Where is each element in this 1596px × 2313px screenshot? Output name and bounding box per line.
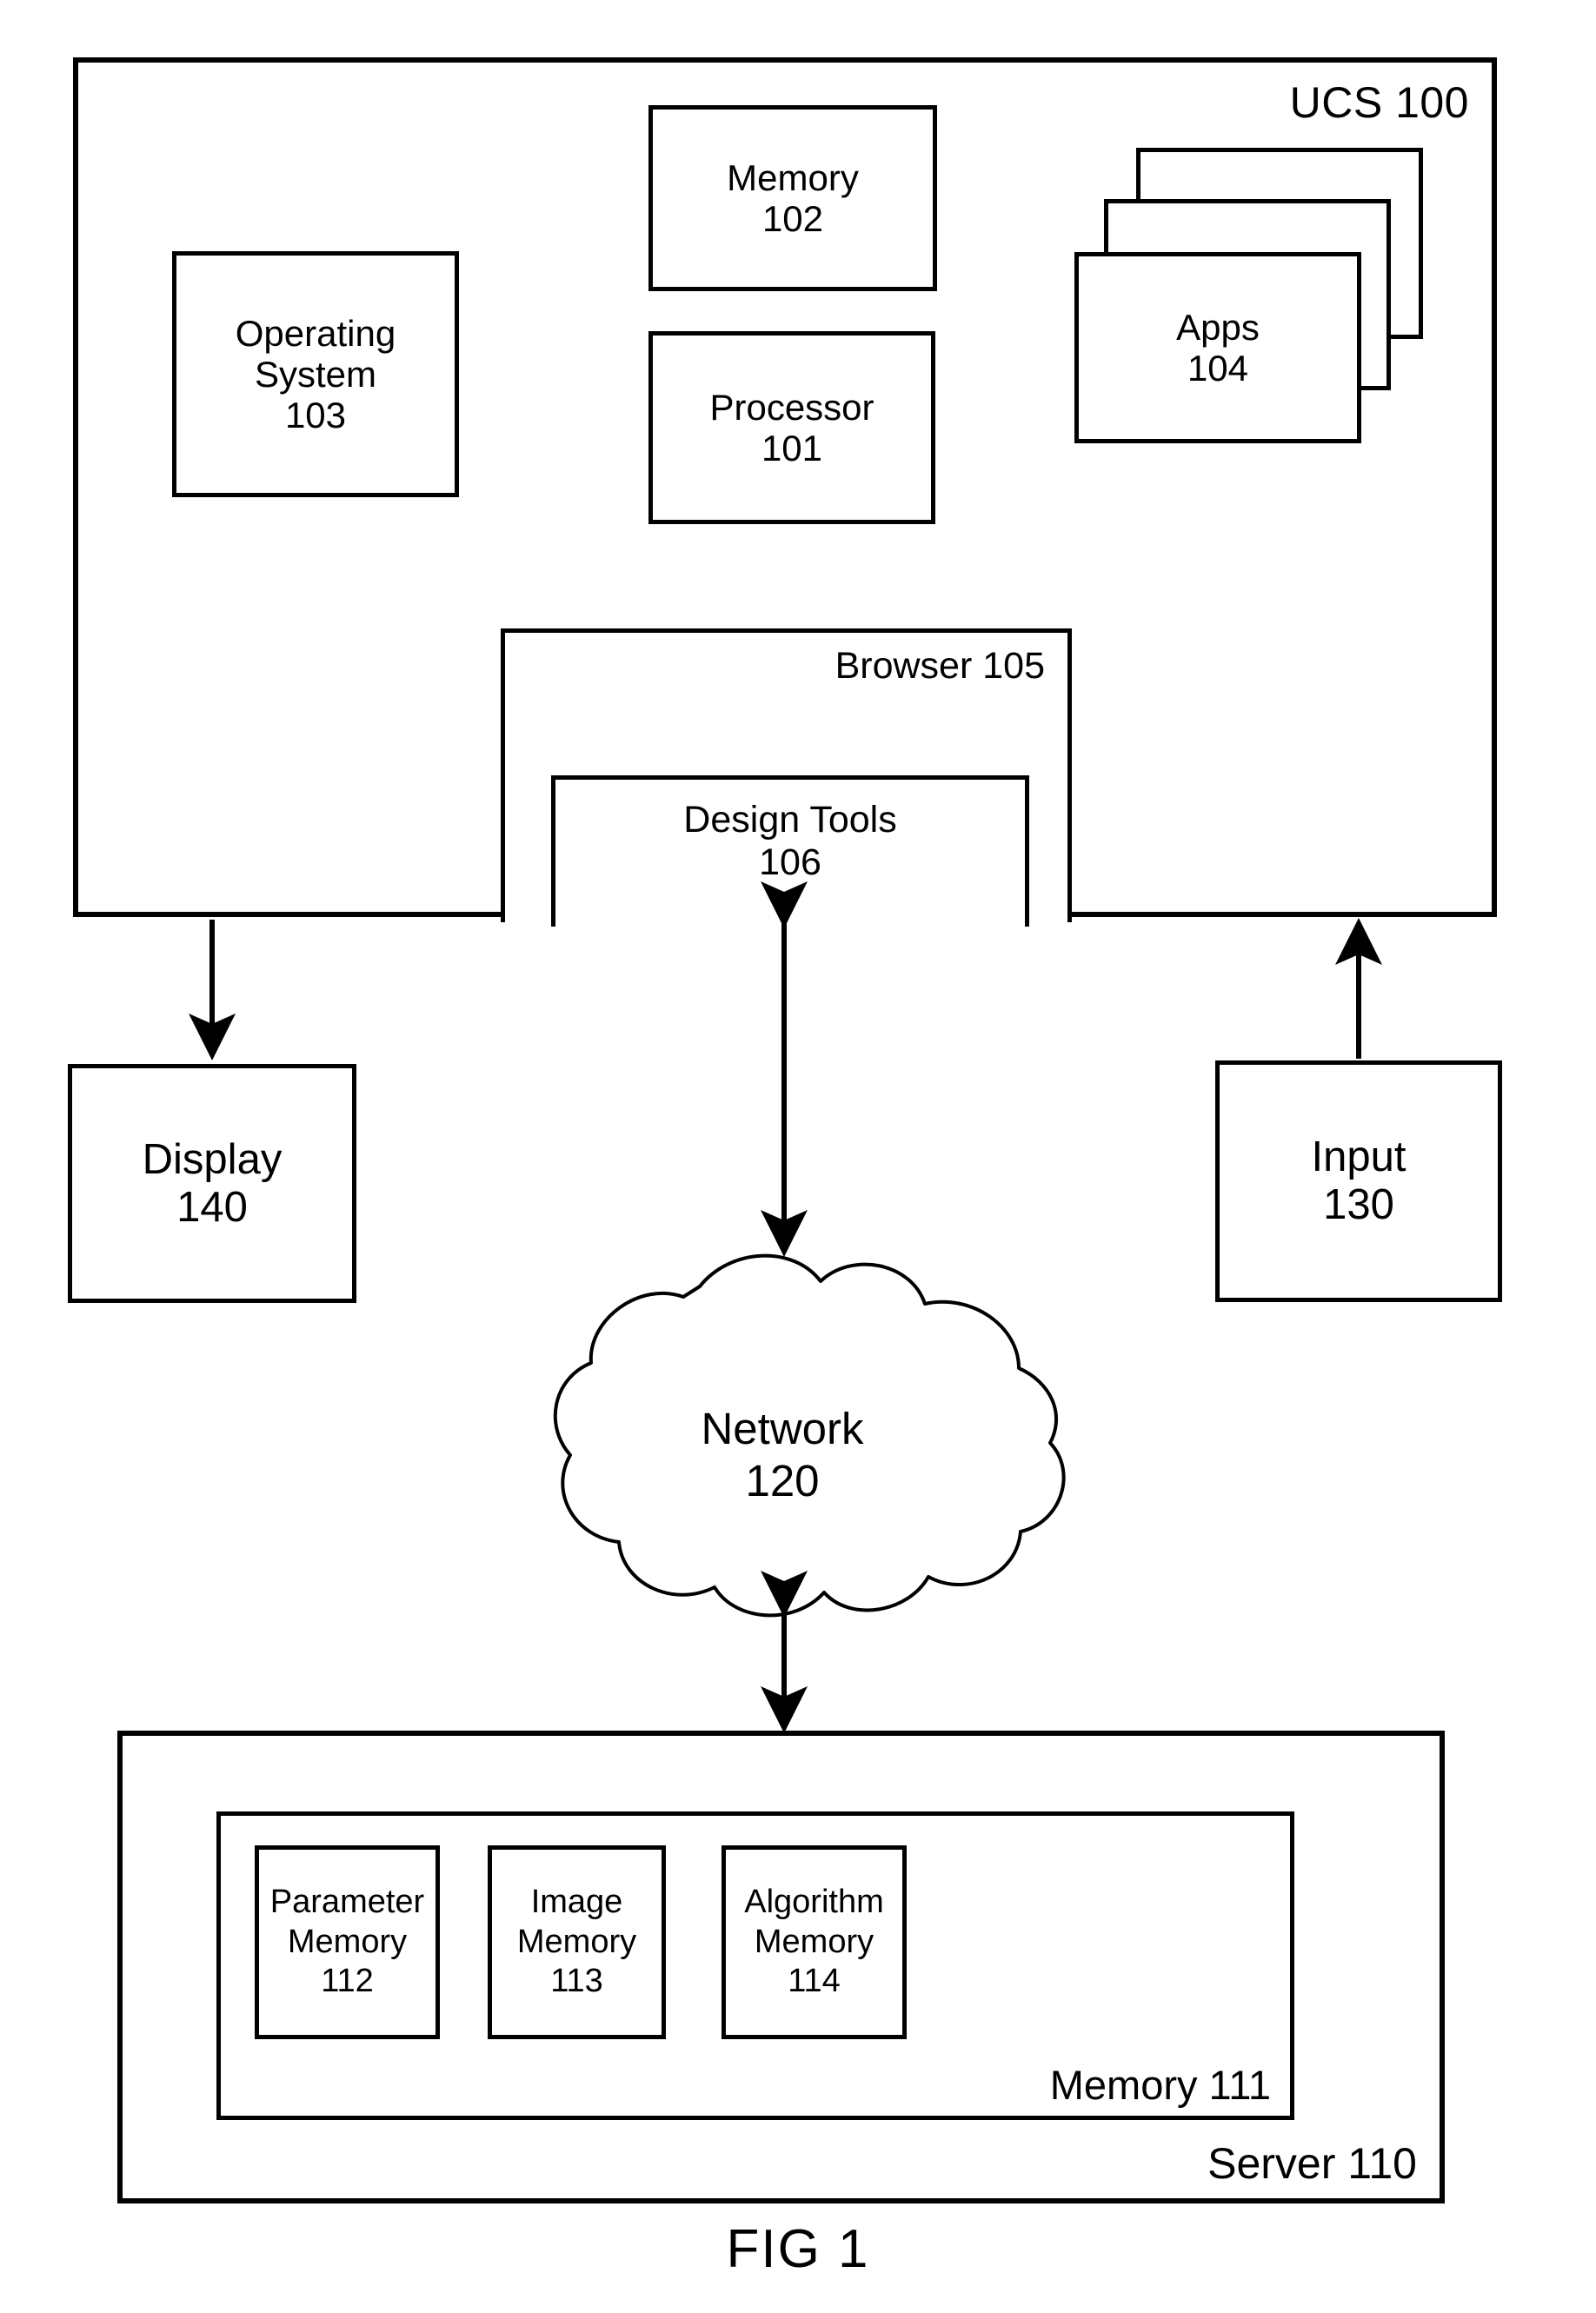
algorithm-memory-114-box: Algorithm Memory 114 bbox=[722, 1845, 907, 2039]
processor-101-box: Processor 101 bbox=[648, 331, 935, 524]
apps-104-name: Apps bbox=[1176, 306, 1260, 348]
operating-system-name-line2: System bbox=[254, 353, 377, 395]
image-memory-113-name-line2: Memory bbox=[516, 1923, 637, 1960]
image-memory-113-name-line1: Image bbox=[530, 1884, 623, 1921]
memory-102-box: Memory 102 bbox=[648, 105, 937, 291]
figure-caption: FIG 1 bbox=[726, 2219, 870, 2279]
input-130-name: Input bbox=[1311, 1133, 1406, 1181]
browser-105-box: Browser 105 Design Tools 106 bbox=[501, 628, 1072, 927]
algorithm-memory-114-ref: 114 bbox=[788, 1963, 841, 2000]
operating-system-box: Operating System 103 bbox=[172, 251, 459, 497]
design-tools-106-box: Design Tools 106 bbox=[551, 775, 1029, 927]
algorithm-memory-114-name-line1: Algorithm bbox=[744, 1884, 884, 1921]
input-130-box: Input 130 bbox=[1215, 1060, 1502, 1302]
server-memory-111-box: Memory 111 Parameter Memory 112 Image Me… bbox=[216, 1811, 1294, 2120]
operating-system-name-line1: Operating bbox=[235, 312, 396, 354]
cloud-icon bbox=[553, 1253, 1066, 1618]
server-memory-111-title-label: Memory 111 bbox=[1049, 2062, 1271, 2109]
ucs-title-label: UCS 100 bbox=[1289, 78, 1469, 127]
memory-102-name: Memory bbox=[727, 156, 859, 198]
server-110-title-label: Server 110 bbox=[1207, 2139, 1417, 2188]
apps-104-box: Apps 104 bbox=[1074, 252, 1361, 443]
design-tools-106-name: Design Tools bbox=[683, 799, 897, 841]
design-tools-106-ref: 106 bbox=[759, 841, 821, 884]
parameter-memory-112-box: Parameter Memory 112 bbox=[255, 1845, 440, 2039]
display-140-box: Display 140 bbox=[68, 1064, 356, 1303]
ucs-container: UCS 100 Operating System 103 Memory 102 … bbox=[73, 57, 1497, 927]
apps-104-ref: 104 bbox=[1187, 348, 1249, 389]
image-memory-113-box: Image Memory 113 bbox=[488, 1845, 666, 2039]
memory-102-ref: 102 bbox=[761, 198, 824, 239]
figure-1-diagram: UCS 100 Operating System 103 Memory 102 … bbox=[0, 0, 1596, 2313]
display-140-ref: 140 bbox=[176, 1183, 248, 1231]
image-memory-113-ref: 113 bbox=[550, 1963, 603, 2000]
parameter-memory-112-name-line2: Memory bbox=[287, 1923, 408, 1960]
display-140-name: Display bbox=[142, 1135, 283, 1183]
algorithm-memory-114-name-line2: Memory bbox=[754, 1923, 874, 1960]
processor-101-ref: 101 bbox=[761, 428, 823, 469]
parameter-memory-112-name-line1: Parameter bbox=[269, 1884, 425, 1921]
server-110-box: Server 110 Memory 111 Parameter Memory 1… bbox=[117, 1731, 1445, 2203]
operating-system-ref: 103 bbox=[284, 395, 347, 436]
processor-101-name: Processor bbox=[709, 386, 874, 428]
network-120-cloud: Network 120 bbox=[469, 1233, 1095, 1637]
parameter-memory-112-ref: 112 bbox=[321, 1963, 374, 2000]
input-130-ref: 130 bbox=[1323, 1181, 1394, 1228]
browser-105-title-label: Browser 105 bbox=[835, 645, 1045, 687]
